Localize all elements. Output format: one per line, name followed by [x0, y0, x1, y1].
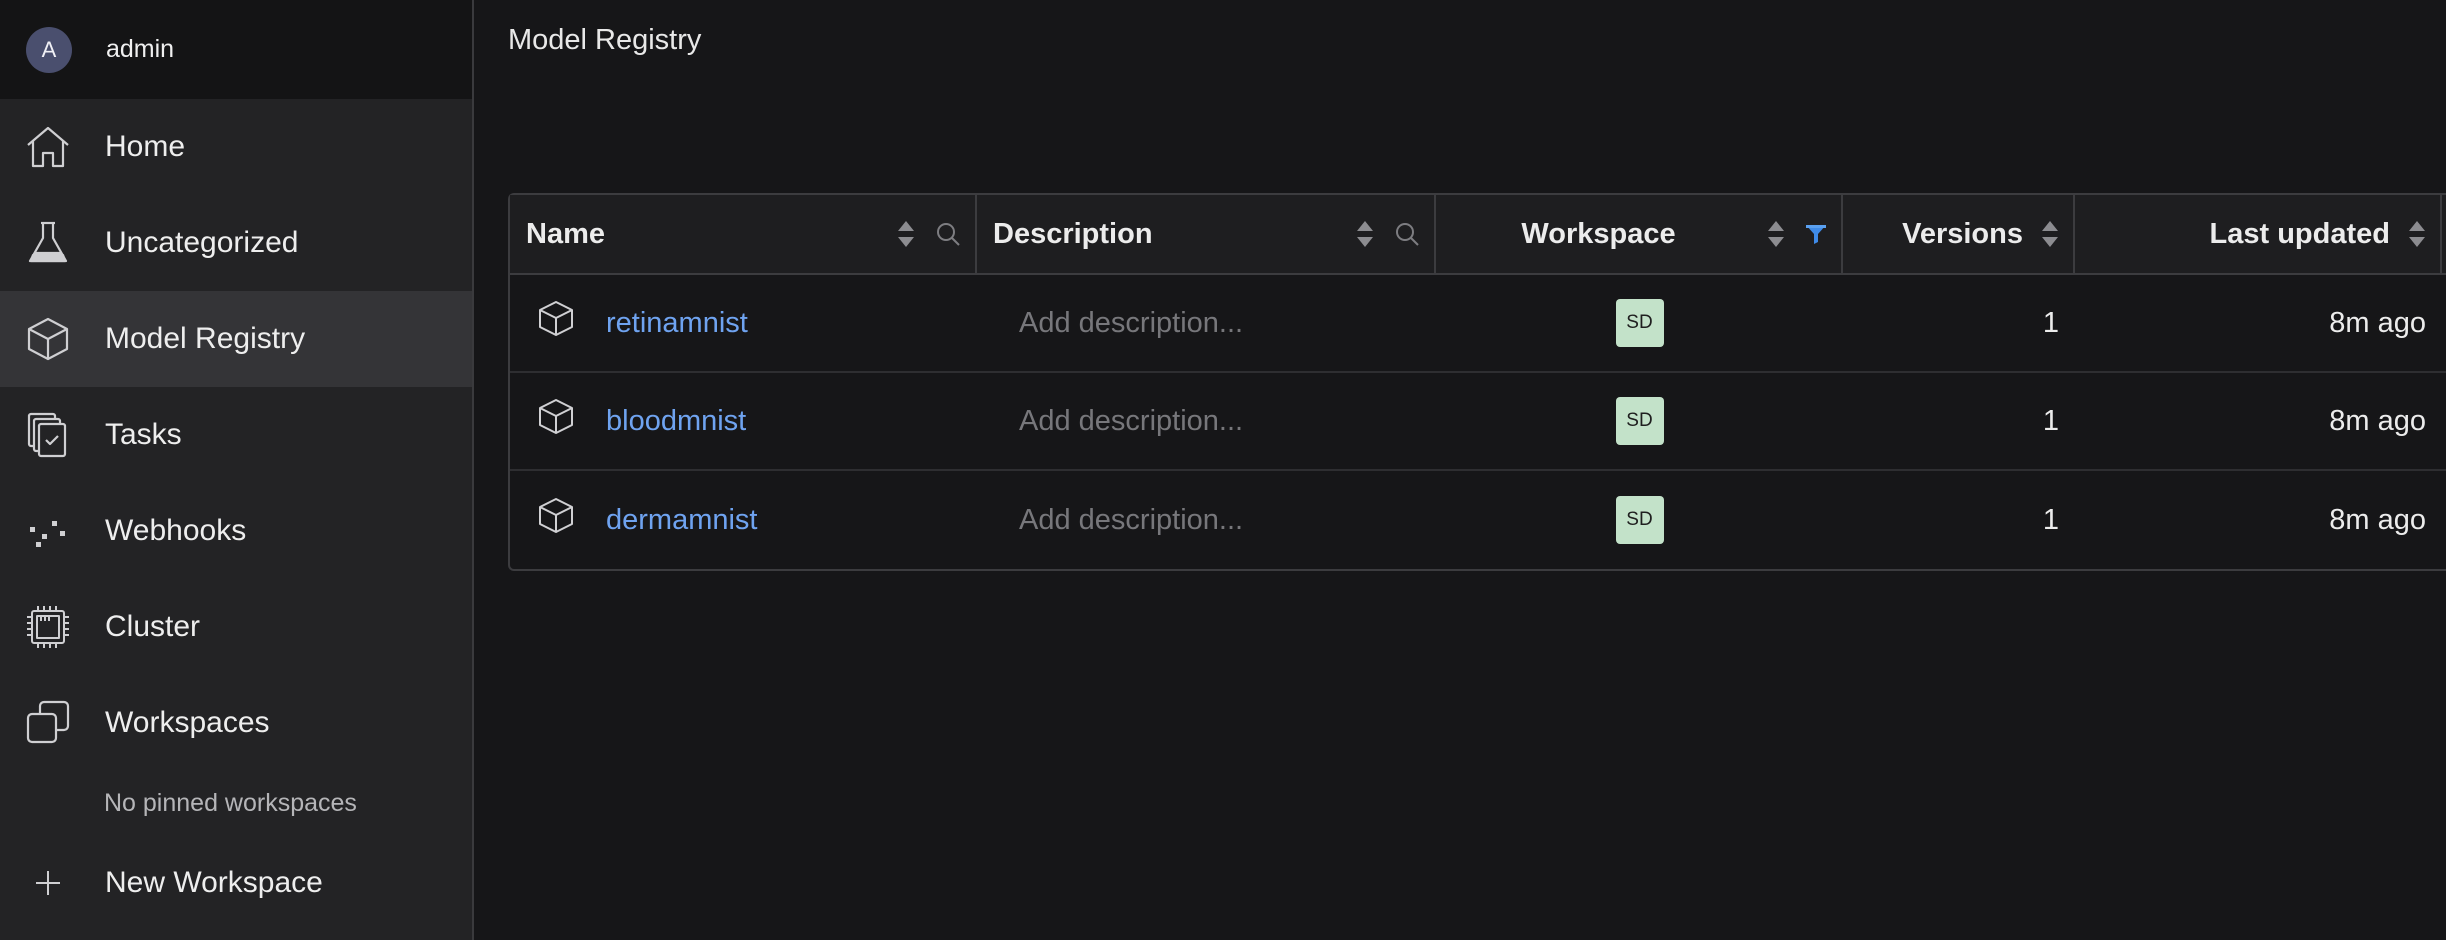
description-input[interactable] — [1019, 306, 1399, 340]
sidebar-item-uncategorized[interactable]: Uncategorized — [0, 195, 472, 291]
sidebar-item-workspaces[interactable]: Workspaces — [0, 675, 472, 771]
cube-icon — [22, 313, 74, 365]
table-row[interactable]: bloodmnist SD 1 8m ago — [510, 373, 2446, 471]
search-icon[interactable] — [1394, 221, 1420, 247]
column-header-label: Description — [993, 217, 1153, 250]
cube-icon — [539, 301, 573, 336]
sidebar-item-label: Workspaces — [105, 706, 270, 739]
user-menu[interactable]: A admin — [0, 0, 472, 99]
sidebar-item-label: New Workspace — [105, 866, 323, 899]
flask-icon — [22, 217, 74, 269]
column-header-versions[interactable]: Versions — [1843, 195, 2075, 273]
plus-icon — [22, 857, 74, 909]
column-header-description[interactable]: Description — [977, 195, 1436, 273]
model-name-link[interactable]: dermamnist — [606, 504, 758, 537]
workspace-badge[interactable]: SD — [1615, 299, 1664, 347]
filter-icon[interactable] — [1805, 223, 1827, 245]
sidebar-item-cluster[interactable]: Cluster — [0, 579, 472, 675]
sidebar-item-label: Tasks — [105, 418, 182, 451]
workspace-badge[interactable]: SD — [1615, 496, 1664, 544]
sidebar-item-label: Uncategorized — [105, 226, 299, 259]
page-title: Model Registry — [508, 24, 702, 56]
versions-count: 1 — [2042, 306, 2059, 339]
description-input[interactable] — [1019, 404, 1399, 438]
home-icon — [22, 121, 74, 173]
last-updated: 8m ago — [2329, 306, 2426, 339]
sort-icon[interactable] — [1767, 219, 1785, 249]
column-header-label: Versions — [1902, 217, 2023, 250]
avatar[interactable]: A — [26, 26, 72, 73]
sidebar-item-tasks[interactable]: Tasks — [0, 387, 472, 483]
search-icon[interactable] — [935, 221, 961, 247]
new-workspace-button[interactable]: New Workspace — [0, 835, 472, 931]
sort-icon[interactable] — [1356, 219, 1374, 249]
column-header-label: Workspace — [1521, 217, 1676, 250]
sort-icon[interactable] — [2408, 219, 2426, 249]
user-name: admin — [106, 35, 175, 63]
sidebar-item-label: Cluster — [105, 610, 201, 643]
chip-icon — [22, 601, 74, 653]
versions-count: 1 — [2042, 404, 2059, 437]
no-pinned-workspaces: No pinned workspaces — [104, 788, 357, 817]
column-header-workspace[interactable]: Workspace — [1436, 195, 1843, 273]
cube-icon — [539, 498, 573, 533]
versions-count: 1 — [2042, 503, 2059, 536]
cube-icon — [539, 399, 573, 434]
model-name-link[interactable]: retinamnist — [606, 307, 748, 340]
column-header-name[interactable]: Name — [510, 195, 977, 273]
workspaces-icon — [22, 697, 74, 749]
tasks-icon — [22, 409, 74, 461]
last-updated: 8m ago — [2329, 503, 2426, 536]
workspace-badge[interactable]: SD — [1615, 397, 1664, 445]
sidebar: A admin Home Uncategorized Model Registr… — [0, 0, 474, 940]
description-input[interactable] — [1019, 503, 1399, 537]
table-row[interactable]: dermamnist SD 1 8m ago — [510, 471, 2446, 569]
sidebar-item-webhooks[interactable]: Webhooks — [0, 483, 472, 579]
table-header: Name Description Workspace Versions Last… — [510, 195, 2446, 275]
sidebar-item-label: Model Registry — [105, 322, 306, 355]
sort-icon[interactable] — [2041, 219, 2059, 249]
sidebar-item-model-registry[interactable]: Model Registry — [0, 291, 472, 387]
sidebar-item-label: Webhooks — [105, 514, 247, 547]
sidebar-item-home[interactable]: Home — [0, 99, 472, 195]
column-header-last-updated[interactable]: Last updated — [2075, 195, 2442, 273]
column-header-label: Name — [526, 217, 605, 250]
last-updated: 8m ago — [2329, 404, 2426, 437]
column-header-label: Last updated — [2209, 217, 2390, 250]
table-row[interactable]: retinamnist SD 1 8m ago — [510, 275, 2446, 373]
models-table: Name Description Workspace Versions Last… — [508, 193, 2446, 571]
sort-icon[interactable] — [897, 219, 915, 249]
model-name-link[interactable]: bloodmnist — [606, 405, 746, 438]
webhooks-icon — [22, 505, 74, 557]
sidebar-item-label: Home — [105, 130, 186, 163]
